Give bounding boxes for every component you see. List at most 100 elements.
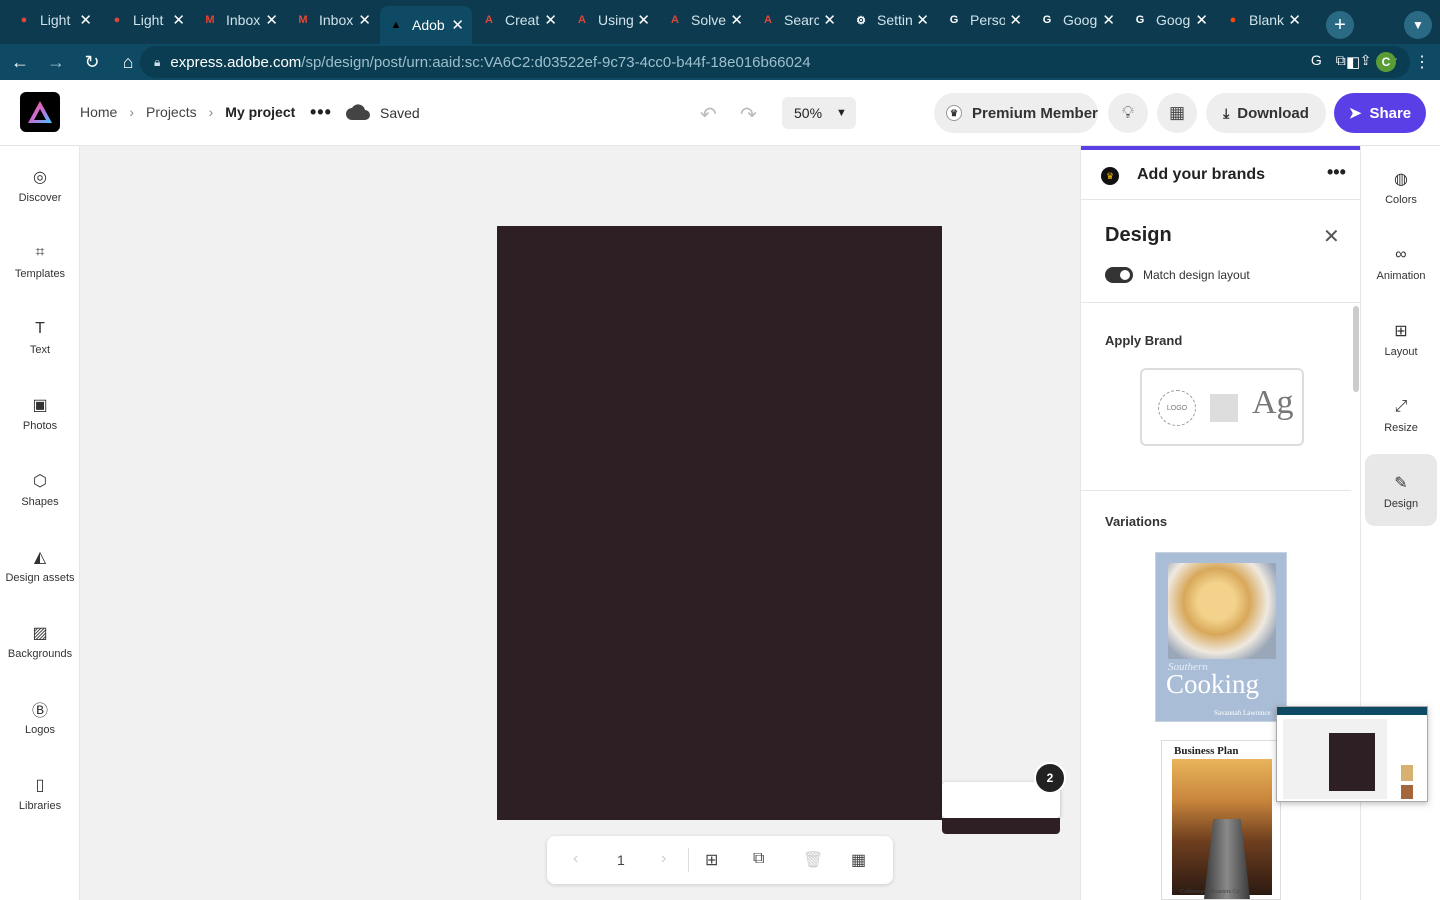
breadcrumb-current[interactable]: My project [225,104,295,120]
brand-card[interactable]: LOGO Ag [1140,368,1304,446]
variation-card[interactable]: Business Plan Coffeewave Roasters Co. [1161,740,1281,900]
google-lens-icon[interactable]: G [1311,52,1322,69]
close-tab-icon[interactable]: ✕ [1009,11,1022,29]
rail-item-backgrounds[interactable]: ▨ Backgrounds [0,602,80,662]
rail-item-colors[interactable]: ◍ Colors [1365,150,1437,222]
browser-tab[interactable]: ⚙ Settin ✕ [845,2,937,38]
download-icon: ⤓ [1223,104,1230,121]
close-tab-icon[interactable]: ✕ [730,11,743,29]
zoom-dropdown[interactable]: 50% ▼ [782,97,856,129]
chevron-right-icon: › [129,104,135,120]
reload-icon[interactable]: ↻ [76,46,108,78]
left-toolbar: ◎ Discover ⌗ Templates T Text ▣ Photos ⬡ Shapes ◭ D… [0,146,80,900]
close-tab-icon[interactable]: ✕ [172,11,185,29]
browser-tab[interactable]: ● Light ✕ [8,2,100,38]
new-tab-button[interactable]: + [1326,11,1354,39]
back-arrow-icon[interactable]: ← [4,46,36,78]
rail-item-resize[interactable]: ⤢ Resize [1365,378,1437,450]
undo-icon[interactable]: ↶ [700,102,717,127]
browser-tab[interactable]: A Searc ✕ [752,2,844,38]
variation-card[interactable]: Southern Cooking Savannah Lawrence [1155,552,1287,722]
share-button[interactable]: ➤ Share [1334,93,1426,133]
close-tab-icon[interactable]: ✕ [358,11,371,29]
open-in-app-icon[interactable]: ⧉ [1336,52,1346,69]
grid-view-icon[interactable]: ▦ [851,850,866,870]
variation-text: Business Plan [1174,745,1239,757]
rail-item-label: Design [1383,498,1419,510]
rail-item-templates[interactable]: ⌗ Templates [0,222,80,282]
close-tab-icon[interactable]: ✕ [823,11,836,29]
adobe-express-logo[interactable] [20,92,60,132]
breadcrumb: Home › Projects › My project [80,104,295,120]
redo-icon[interactable]: ↷ [740,102,757,127]
browser-tab[interactable]: M Inbox ✕ [287,2,379,38]
browser-tab[interactable]: A Creat ✕ [473,2,565,38]
tab-search-chevron-icon[interactable]: ▼ [1404,11,1432,39]
browser-tab[interactable]: A Using ✕ [566,2,658,38]
duplicate-page-icon[interactable]: ⧉ [753,850,764,868]
logo-icon: Ⓑ [31,703,48,720]
close-tab-icon[interactable]: ✕ [79,11,92,29]
artboard[interactable] [497,226,942,820]
browser-tab[interactable]: G Goog ✕ [1031,2,1123,38]
rail-item-layout[interactable]: ⊞ Layout [1365,302,1437,374]
close-tab-icon[interactable]: ✕ [265,11,278,29]
breadcrumb-home[interactable]: Home [80,104,117,120]
rail-item-photos[interactable]: ▣ Photos [0,374,80,434]
download-button[interactable]: ⤓ Download [1206,93,1326,133]
share-page-icon[interactable]: ⇪ [1360,52,1372,69]
calendar-icon[interactable]: ▦ [1157,93,1197,133]
match-layout-label: Match design layout [1143,268,1250,282]
adobe-icon: A [671,14,679,26]
canvas-area[interactable]: ‹ 1 › ⊞ ⧉ 🗑︎ ▦ 2 [80,146,1080,900]
close-icon[interactable]: ✕ [1323,224,1340,249]
sidebar-toggle-icon[interactable]: ◧ [1346,53,1360,71]
page-thumbnail-bottom [942,818,1060,834]
rail-item-discover[interactable]: ◎ Discover [0,146,80,206]
close-tab-icon[interactable]: ✕ [637,11,650,29]
match-layout-toggle[interactable] [1105,267,1133,283]
prev-page-icon[interactable]: ‹ [573,850,578,868]
browser-tab[interactable]: G Goog ✕ [1124,2,1216,38]
delete-page-icon[interactable]: 🗑︎ [803,850,823,870]
browser-tab[interactable]: M Inbox ✕ [194,2,286,38]
lightbulb-icon[interactable]: 💡︎ [1108,93,1148,133]
browser-tab[interactable]: ● Light ✕ [101,2,193,38]
close-tab-icon[interactable]: ✕ [451,16,464,34]
rail-item-logos[interactable]: Ⓑ Logos [0,678,80,738]
close-tab-icon[interactable]: ✕ [1195,11,1208,29]
browser-menu-icon[interactable]: ⋮ [1414,52,1430,72]
premium-member-button[interactable]: ♛ Premium Member [934,93,1098,133]
browser-tab[interactable]: G Perso ✕ [938,2,1030,38]
browser-tab[interactable]: ● Blank ✕ [1217,2,1309,38]
rail-item-animation[interactable]: ∞ Animation [1365,226,1437,298]
templates-icon: ⌗ [35,244,45,261]
rail-item-label: Libraries [18,800,62,812]
next-page-icon[interactable]: › [661,850,666,868]
more-options-icon[interactable]: ••• [310,102,332,123]
compass-icon: ◎ [33,169,47,186]
rail-item-shapes[interactable]: ⬡ Shapes [0,450,80,510]
rail-item-design[interactable]: ✎ Design [1365,454,1437,526]
forward-arrow-icon[interactable]: → [40,46,72,78]
profile-avatar[interactable]: C [1376,52,1396,72]
more-options-icon[interactable]: ••• [1327,162,1346,183]
screenshot-thumbnail[interactable] [1276,706,1428,802]
browser-tab[interactable]: A Solve ✕ [659,2,751,38]
add-page-icon[interactable]: ⊞ [705,850,718,870]
close-tab-icon[interactable]: ✕ [1102,11,1115,29]
browser-tab[interactable]: ▲ Adob ✕ [380,6,472,44]
rail-item-libraries[interactable]: ▯ Libraries [0,754,80,814]
google-icon: G [1135,14,1145,26]
close-tab-icon[interactable]: ✕ [916,11,929,29]
close-tab-icon[interactable]: ✕ [544,11,557,29]
breadcrumb-projects[interactable]: Projects [146,104,197,120]
rail-item-design-assets[interactable]: ◭ Design assets [0,526,80,586]
magic-wand-icon: ✎ [1394,475,1408,492]
add-brands-row[interactable]: ♛ Add your brands ••• [1081,150,1361,200]
close-tab-icon[interactable]: ✕ [1288,11,1301,29]
panel-scrollbar[interactable] [1353,306,1359,392]
zoom-value: 50% [794,105,823,121]
rail-item-text[interactable]: T Text [0,298,80,358]
address-bar[interactable]: 🔒︎ express.adobe.com/sp/design/post/urn:… [140,46,1410,78]
